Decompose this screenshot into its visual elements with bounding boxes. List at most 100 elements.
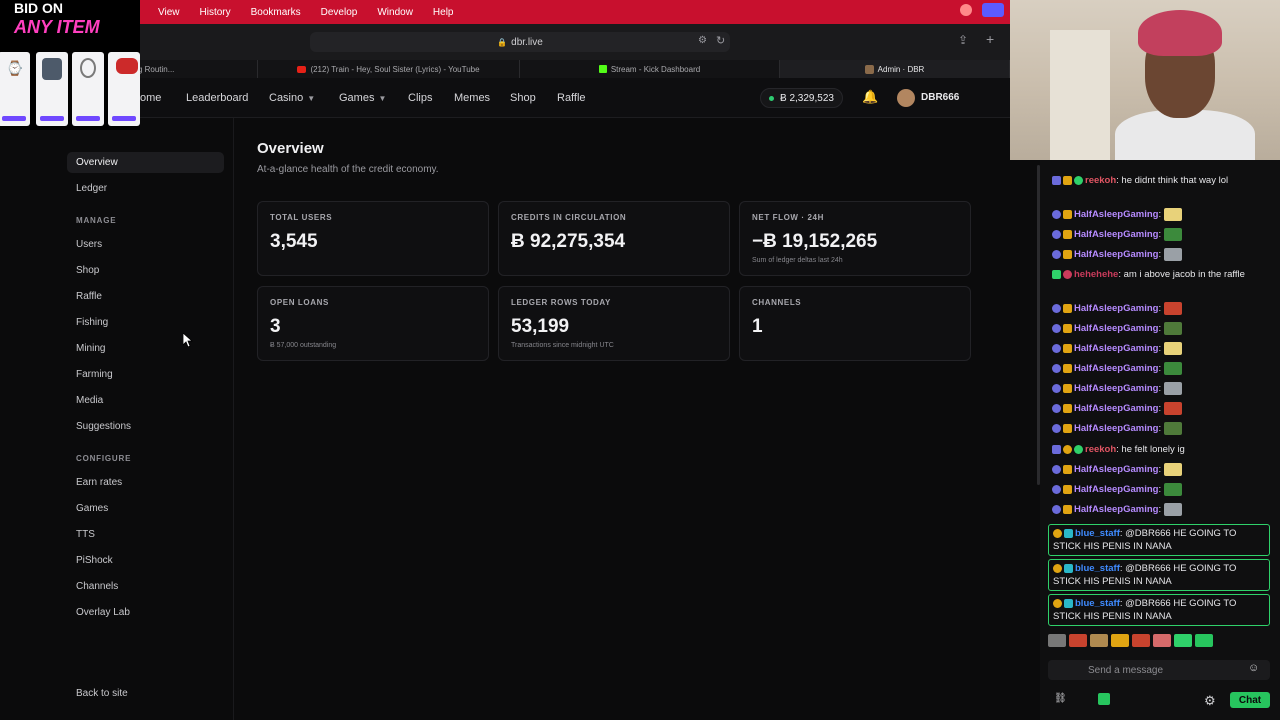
status-dot-icon: [769, 95, 774, 101]
menu-window[interactable]: Window: [367, 7, 423, 18]
reload-icon[interactable]: ↻: [716, 34, 725, 47]
tab-label: Admin · DBR: [877, 64, 925, 74]
sidebar-item-shop[interactable]: Shop: [76, 265, 99, 276]
emote-icon[interactable]: [1195, 634, 1213, 647]
badge-icon: [1052, 384, 1061, 393]
screen-share-icon[interactable]: [982, 3, 1004, 17]
kick-icon[interactable]: [1098, 693, 1110, 705]
menu-bookmarks[interactable]: Bookmarks: [241, 7, 311, 18]
avatar[interactable]: [897, 89, 915, 107]
emote-icon: [1163, 342, 1182, 355]
chat-username[interactable]: HalfAsleepGaming: [1074, 423, 1158, 434]
chat-username[interactable]: HalfAsleepGaming: [1074, 229, 1158, 240]
bell-icon[interactable]: 🔔: [862, 89, 878, 105]
settings-icon[interactable]: ⚙: [1204, 693, 1216, 709]
sidebar-item-media[interactable]: Media: [76, 395, 103, 406]
crown-icon: [1063, 210, 1072, 219]
emote-bar[interactable]: [1048, 634, 1270, 650]
nav-casino[interactable]: Casino ▼: [269, 92, 315, 104]
tab-kick-dashboard[interactable]: Stream - Kick Dashboard: [520, 60, 780, 78]
chat-send-button[interactable]: Chat: [1230, 692, 1270, 708]
chat-username[interactable]: HalfAsleepGaming: [1074, 484, 1158, 495]
emote-icon: [1163, 322, 1182, 335]
back-to-site-link[interactable]: Back to site: [76, 688, 128, 699]
chat-text: :: [1158, 229, 1162, 241]
username-label[interactable]: DBR666: [921, 92, 959, 103]
chat-text: : am i above jacob in the raffle: [1118, 269, 1245, 280]
balance-pill[interactable]: Ƀ 2,329,523: [760, 88, 843, 108]
badge-icon: [1074, 175, 1083, 185]
sidebar-item-fishing[interactable]: Fishing: [76, 317, 108, 328]
menu-view[interactable]: View: [148, 7, 190, 18]
nav-leaderboard[interactable]: Leaderboard: [186, 92, 248, 104]
stat-value: 1: [752, 316, 763, 337]
link-icon[interactable]: ⛓: [1054, 693, 1067, 704]
sidebar-item-overlay-lab[interactable]: Overlay Lab: [76, 607, 130, 618]
chat-username[interactable]: blue_staff: [1075, 528, 1120, 539]
record-icon[interactable]: [960, 4, 972, 16]
emote-icon[interactable]: [1048, 634, 1066, 647]
sidebar-item-games[interactable]: Games: [76, 503, 108, 514]
new-tab-icon[interactable]: +: [986, 31, 994, 47]
chat-username[interactable]: blue_staff: [1075, 563, 1120, 574]
sidebar-item-channels[interactable]: Channels: [76, 581, 118, 592]
chat-username[interactable]: reekoh: [1085, 444, 1116, 455]
chat-username[interactable]: hehehehe: [1074, 269, 1118, 280]
chat-text: :: [1158, 504, 1162, 516]
watch-icon: ⌚: [6, 60, 24, 76]
chat-message: HalfAsleepGaming:: [1052, 503, 1274, 516]
chat-username[interactable]: HalfAsleepGaming: [1074, 403, 1158, 414]
chat-username[interactable]: reekoh: [1085, 175, 1116, 186]
chat-username[interactable]: HalfAsleepGaming: [1074, 249, 1158, 260]
extensions-icon[interactable]: ⚙: [698, 35, 707, 46]
nav-raffle[interactable]: Raffle: [557, 92, 586, 104]
emote-icon[interactable]: [1132, 634, 1150, 647]
chat-username[interactable]: blue_staff: [1075, 598, 1120, 609]
nav-games[interactable]: Games ▼: [339, 92, 386, 104]
nav-memes[interactable]: Memes: [454, 92, 490, 104]
chat-text: : he felt lonely ig: [1116, 444, 1185, 455]
emote-icon[interactable]: [1090, 634, 1108, 647]
sidebar-item-ledger[interactable]: Ledger: [76, 183, 107, 194]
nav-clips[interactable]: Clips: [408, 92, 432, 104]
nav-shop[interactable]: Shop: [510, 92, 536, 104]
tab-admin-dbr[interactable]: Admin · DBR: [780, 60, 1010, 78]
emoji-icon[interactable]: ☺: [1248, 662, 1259, 674]
highlighted-message: blue_staff: @DBR666 HE GOING TO STICK HI…: [1048, 594, 1270, 626]
emote-icon[interactable]: [1153, 634, 1171, 647]
crown-icon: [1063, 250, 1072, 259]
badge-icon: [1052, 465, 1061, 474]
chat-message: HalfAsleepGaming:: [1052, 402, 1274, 415]
chat-username[interactable]: HalfAsleepGaming: [1074, 323, 1158, 334]
menu-bar: View History Bookmarks Develop Window He…: [0, 0, 1010, 24]
chat-username[interactable]: HalfAsleepGaming: [1074, 209, 1158, 220]
chat-username[interactable]: HalfAsleepGaming: [1074, 363, 1158, 374]
address-bar[interactable]: 🔒 dbr.live: [310, 32, 730, 52]
sidebar-item-raffle[interactable]: Raffle: [76, 291, 102, 302]
sidebar-item-mining[interactable]: Mining: [76, 343, 105, 354]
chat-username[interactable]: HalfAsleepGaming: [1074, 303, 1158, 314]
sidebar-item-overview[interactable]: Overview: [76, 157, 118, 168]
chat-username[interactable]: HalfAsleepGaming: [1074, 504, 1158, 515]
emote-icon[interactable]: [1111, 634, 1129, 647]
chat-username[interactable]: HalfAsleepGaming: [1074, 383, 1158, 394]
chat-message-input[interactable]: Send a message: [1048, 660, 1270, 680]
sidebar-item-suggestions[interactable]: Suggestions: [76, 421, 131, 432]
emote-icon[interactable]: [1174, 634, 1192, 647]
sidebar-item-earn-rates[interactable]: Earn rates: [76, 477, 122, 488]
emote-icon[interactable]: [1069, 634, 1087, 647]
menu-develop[interactable]: Develop: [311, 7, 368, 18]
chat-placeholder: Send a message: [1088, 664, 1164, 676]
nav-home[interactable]: ome: [140, 92, 161, 104]
menu-help[interactable]: Help: [423, 7, 464, 18]
chat-username[interactable]: HalfAsleepGaming: [1074, 343, 1158, 354]
share-icon[interactable]: ⇪: [958, 33, 968, 47]
stat-subtext: Transactions since midnight UTC: [511, 342, 614, 349]
tab-youtube[interactable]: (212) Train - Hey, Soul Sister (Lyrics) …: [258, 60, 520, 78]
menu-history[interactable]: History: [190, 7, 241, 18]
sidebar-item-pishock[interactable]: PiShock: [76, 555, 113, 566]
chat-username[interactable]: HalfAsleepGaming: [1074, 464, 1158, 475]
sidebar-item-farming[interactable]: Farming: [76, 369, 113, 380]
sidebar-item-tts[interactable]: TTS: [76, 529, 95, 540]
sidebar-item-users[interactable]: Users: [76, 239, 102, 250]
